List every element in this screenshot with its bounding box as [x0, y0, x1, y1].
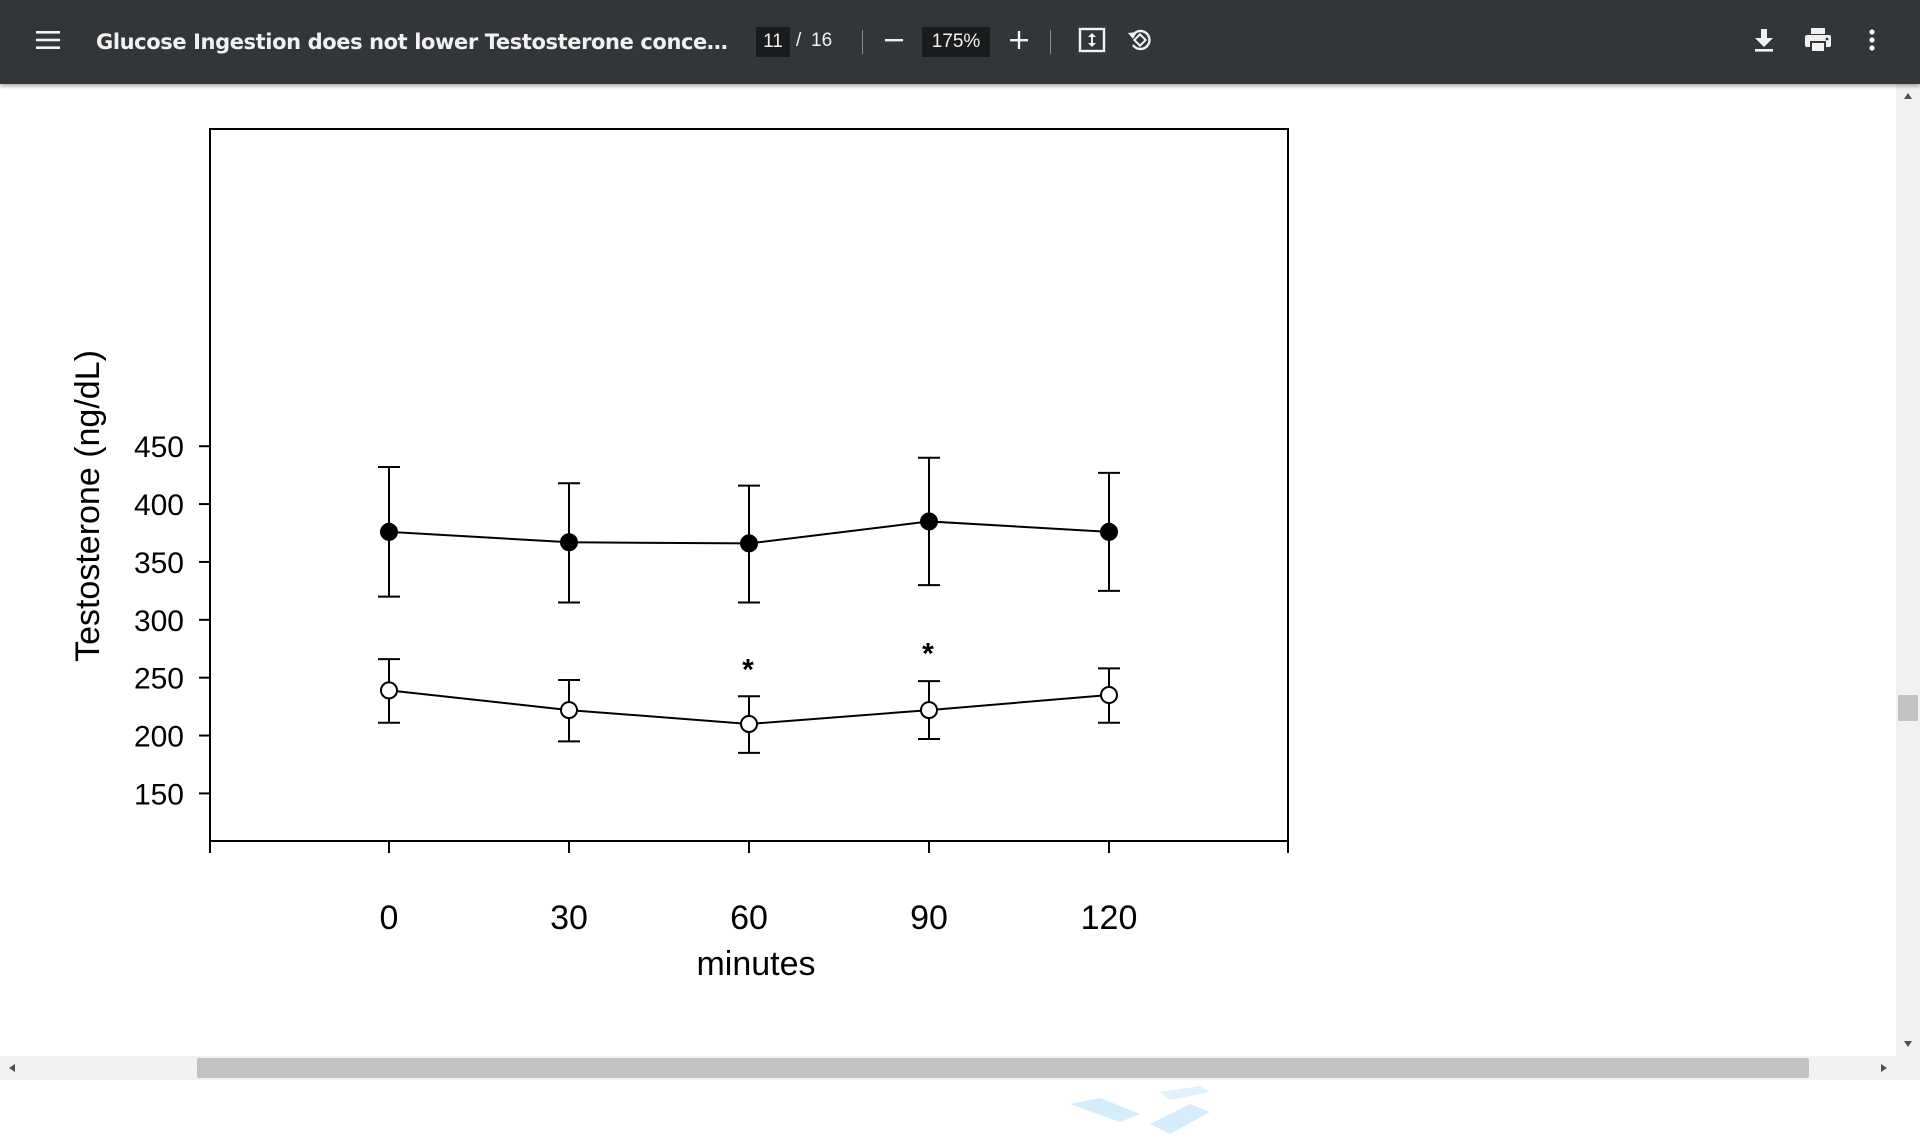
toolbar-divider	[1050, 30, 1051, 54]
download-button[interactable]	[1744, 22, 1784, 62]
data-point	[1100, 522, 1118, 541]
data-point	[740, 714, 758, 733]
x-tick-label: 60	[730, 899, 768, 937]
pdf-viewer: 150 200 250 300 350 400 450 0 30 60 90 120 * * Test…	[0, 84, 1920, 1134]
scroll-down-arrow-icon[interactable]	[1900, 1036, 1916, 1052]
toolbar-divider	[862, 30, 863, 54]
x-tick-label: 0	[380, 899, 399, 937]
scroll-up-arrow-icon[interactable]	[1900, 88, 1916, 104]
vertical-scrollbar-thumb[interactable]	[1898, 695, 1918, 721]
watermark-logo	[1060, 1084, 1220, 1140]
significance-marker: *	[742, 654, 754, 687]
y-axis-label: Testosterone (ng/dL)	[69, 350, 107, 662]
data-point	[380, 681, 398, 700]
y-tick-label: 450	[134, 431, 184, 464]
plus-icon	[1009, 30, 1029, 55]
data-point	[920, 701, 938, 720]
scroll-right-arrow-icon[interactable]	[1876, 1060, 1892, 1076]
fit-to-page-button[interactable]	[1072, 22, 1112, 62]
vertical-scrollbar[interactable]	[1896, 84, 1920, 1056]
zoom-out-button[interactable]	[874, 22, 914, 62]
fit-to-page-icon	[1078, 27, 1106, 58]
print-button[interactable]	[1798, 22, 1838, 62]
total-pages: 16	[811, 30, 833, 51]
x-tick-label: 30	[550, 899, 588, 937]
data-point	[740, 534, 758, 553]
x-axis-label: minutes	[696, 945, 815, 983]
pdf-toolbar: Glucose Ingestion does not lower Testost…	[0, 0, 1920, 84]
x-tick-label: 120	[1081, 899, 1138, 937]
data-point	[1100, 686, 1118, 705]
y-tick-label: 400	[134, 489, 184, 522]
y-tick-label: 150	[134, 778, 184, 811]
minus-icon	[884, 30, 904, 55]
zoom-in-button[interactable]	[999, 22, 1039, 62]
y-tick-label: 300	[134, 605, 184, 638]
data-point	[560, 533, 578, 552]
significance-marker: *	[922, 637, 934, 670]
download-icon	[1753, 28, 1775, 57]
testosterone-chart: 150200250300350400450 0 30 60 90 120 * * Test…	[69, 128, 1289, 983]
hamburger-menu-icon	[36, 28, 60, 57]
horizontal-scrollbar-thumb[interactable]	[197, 1058, 1809, 1078]
y-tick-label: 250	[134, 663, 184, 696]
series-layer: * *	[378, 456, 1120, 754]
menu-button[interactable]	[24, 18, 72, 66]
document-title: Glucose Ingestion does not lower Testost…	[96, 30, 736, 54]
data-point	[380, 522, 398, 541]
x-axis: 0 30 60 90 120	[209, 841, 1289, 937]
scroll-left-arrow-icon[interactable]	[4, 1060, 20, 1076]
rotate-icon	[1126, 26, 1154, 59]
print-icon	[1804, 27, 1832, 58]
more-vert-icon	[1868, 28, 1876, 57]
rotate-button[interactable]	[1120, 22, 1160, 62]
x-tick-label: 90	[910, 899, 948, 937]
pdf-page: 150 200 250 300 350 400 450 0 30 60 90 120 * * Test…	[0, 84, 1896, 1056]
page-separator: /	[796, 30, 802, 51]
y-axis: 150 200 250 300 350 400 450	[134, 431, 210, 811]
y-tick-label: 350	[134, 547, 184, 580]
zoom-level-input[interactable]	[922, 27, 990, 57]
series-1	[378, 456, 1120, 604]
page-number-input[interactable]	[756, 27, 790, 57]
y-tick-label: 200	[134, 721, 184, 754]
data-point	[920, 512, 938, 531]
more-options-button[interactable]	[1852, 22, 1892, 62]
data-point	[560, 701, 578, 720]
